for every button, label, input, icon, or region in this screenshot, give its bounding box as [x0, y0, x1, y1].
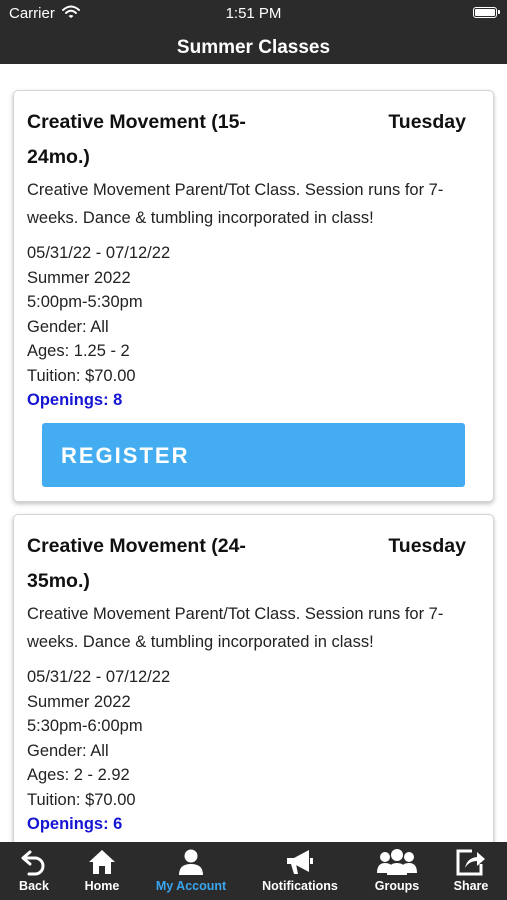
tab-back[interactable]: Back — [8, 842, 60, 900]
status-time: 1:51 PM — [225, 5, 282, 22]
megaphone-icon — [287, 850, 313, 874]
class-ages: Ages: 1.25 - 2 — [27, 342, 130, 360]
share-icon — [456, 849, 485, 876]
class-title: Creative Movement (24-35mo.) — [27, 535, 246, 592]
class-ages: Ages: 2 - 2.92 — [27, 766, 130, 784]
tab-notifications[interactable]: Notifications — [252, 842, 348, 900]
tab-share[interactable]: Share — [448, 842, 494, 900]
class-day: Tuesday — [388, 111, 466, 133]
class-tuition: Tuition: $70.00 — [27, 366, 136, 385]
tab-home-label: Home — [84, 879, 120, 893]
tab-notifications-label: Notifications — [262, 879, 338, 893]
tab-my-account[interactable]: My Account — [146, 842, 236, 900]
page-title: Summer Classes — [176, 37, 331, 58]
tab-share-label: Share — [453, 879, 489, 893]
class-session: Summer 2022 — [27, 268, 131, 287]
class-session: Summer 2022 — [27, 692, 131, 711]
tab-groups-label: Groups — [374, 879, 420, 893]
class-gender: Gender: All — [27, 741, 109, 760]
class-description: Creative Movement Parent/Tot Class. Sess… — [27, 181, 444, 227]
home-icon — [89, 850, 115, 874]
tab-groups[interactable]: Groups — [368, 842, 426, 900]
status-bar: Carrier 1:51 PM — [0, 0, 507, 28]
class-card: Creative Movement (15-24mo.) Tuesday Cre… — [13, 90, 494, 502]
person-icon — [179, 849, 203, 875]
class-time: 5:00pm-5:30pm — [27, 293, 143, 311]
class-card: Creative Movement (24-35mo.) Tuesday Cre… — [13, 514, 494, 842]
class-dates: 05/31/22 - 07/12/22 — [27, 668, 171, 686]
tab-bar: Back Home My Account Notifications Group… — [0, 842, 507, 900]
battery-icon — [473, 7, 500, 18]
group-icon — [377, 849, 417, 875]
class-gender: Gender: All — [27, 317, 109, 336]
class-details: 05/31/22 - 07/12/22 Summer 2022 5:30pm-6… — [27, 665, 170, 837]
tab-home[interactable]: Home — [76, 842, 128, 900]
tab-my-account-label: My Account — [155, 879, 227, 893]
class-day: Tuesday — [388, 535, 466, 557]
class-description: Creative Movement Parent/Tot Class. Sess… — [27, 605, 444, 651]
register-button[interactable]: REGISTER — [42, 423, 465, 487]
class-title: Creative Movement (15-24mo.) — [27, 111, 246, 168]
class-list[interactable]: Creative Movement (15-24mo.) Tuesday Cre… — [0, 64, 507, 842]
class-details: 05/31/22 - 07/12/22 Summer 2022 5:00pm-5… — [27, 241, 170, 413]
back-arrow-icon — [21, 850, 45, 876]
class-time: 5:30pm-6:00pm — [27, 717, 143, 735]
tab-back-label: Back — [19, 879, 49, 893]
class-openings: Openings: 6 — [27, 815, 123, 833]
class-openings: Openings: 8 — [27, 391, 123, 409]
navigation-bar: Summer Classes — [0, 28, 507, 64]
class-dates: 05/31/22 - 07/12/22 — [27, 244, 171, 262]
class-tuition: Tuition: $70.00 — [27, 790, 136, 809]
